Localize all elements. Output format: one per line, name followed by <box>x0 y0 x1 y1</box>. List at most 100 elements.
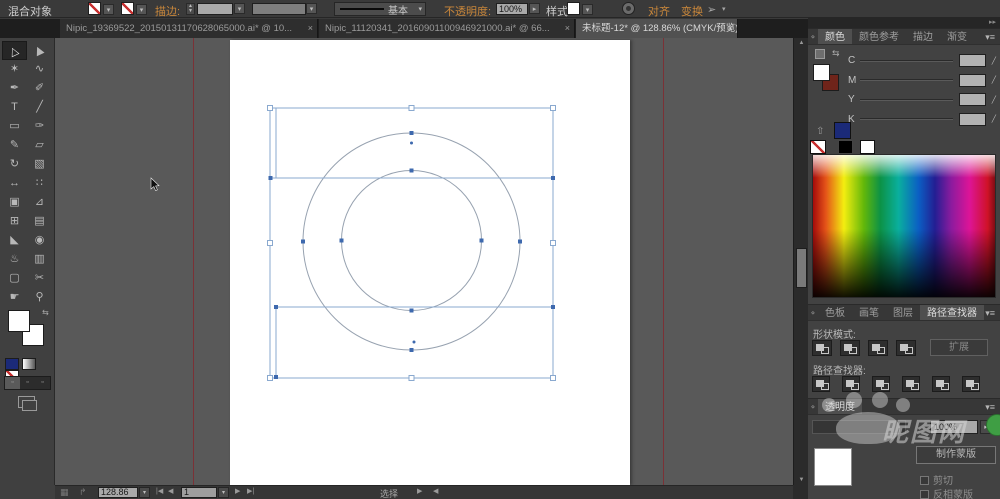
anchor-point[interactable] <box>410 348 414 352</box>
divide-button[interactable] <box>812 376 830 392</box>
zoom-dropdown-icon[interactable]: ▾ <box>139 487 150 498</box>
swatch-options-icon[interactable] <box>815 49 825 59</box>
gradient-tool[interactable]: ▤ <box>27 212 52 231</box>
rectangle-tool[interactable]: ▭ <box>2 117 27 136</box>
anchor-point[interactable] <box>410 169 414 173</box>
select-similar-dropdown-icon[interactable]: ▾ <box>722 5 726 13</box>
pathfinder-tab[interactable]: 画笔 <box>852 305 886 320</box>
circle-path[interactable] <box>303 133 520 350</box>
rotate-tool[interactable]: ↻ <box>2 155 27 174</box>
line-segment-tool[interactable]: ╱ <box>27 98 52 117</box>
trim-button[interactable] <box>842 376 860 392</box>
swap-fill-stroke-icon[interactable]: ⇆ <box>42 308 49 317</box>
symbol-sprayer-tool[interactable]: ♨ <box>2 250 27 269</box>
draw-inside-mode-icon[interactable]: ▫ <box>35 377 50 389</box>
panel-menu-icon[interactable]: ▾≡ <box>985 305 1000 320</box>
hscroll-right-icon[interactable]: ▶ <box>417 487 422 495</box>
first-artboard-icon[interactable]: |◀ <box>156 487 163 495</box>
anchor-point[interactable] <box>340 239 344 243</box>
brush-dropdown-icon[interactable]: ▾ <box>418 5 425 13</box>
channel-value-field[interactable] <box>959 54 986 67</box>
slice-tool[interactable]: ✂ <box>27 269 52 288</box>
channel-value-field[interactable] <box>959 74 986 87</box>
hand-tool[interactable]: ☛ <box>2 288 27 307</box>
stroke-swatch[interactable] <box>121 2 134 15</box>
pathfinder-tab[interactable]: 色板 <box>818 305 852 320</box>
scroll-down-icon[interactable]: ▼ <box>794 477 809 483</box>
perspective-grid-tool[interactable]: ⊿ <box>27 193 52 212</box>
stroke-weight-label[interactable]: 描边: <box>155 3 180 19</box>
selection-handle[interactable] <box>551 241 556 246</box>
panel-collapse-icon[interactable]: ⋄ <box>808 399 818 414</box>
channel-slider[interactable] <box>860 118 953 120</box>
status-grid-icon[interactable]: ▦ <box>60 487 69 498</box>
minus-front-button[interactable] <box>840 340 860 356</box>
width-tool[interactable]: ↔ <box>2 174 27 193</box>
anchor-point[interactable] <box>274 305 278 309</box>
vertical-scrollbar[interactable]: ▲ ▼ <box>793 38 808 485</box>
anchor-point[interactable] <box>551 305 555 309</box>
stroke-dropdown-icon[interactable]: ▾ <box>136 4 147 15</box>
fill-dropdown-icon[interactable]: ▾ <box>103 4 114 15</box>
selection-handle[interactable] <box>409 376 414 381</box>
color-spectrum[interactable] <box>812 154 996 298</box>
gradient-button[interactable] <box>22 358 36 370</box>
scroll-up-icon[interactable]: ▲ <box>794 40 809 46</box>
panel-menu-icon[interactable]: ▾≡ <box>985 399 1000 414</box>
align-link[interactable]: 对齐 <box>648 3 670 19</box>
draw-behind-mode-icon[interactable]: ▫ <box>20 377 35 389</box>
mesh-tool[interactable]: ⊞ <box>2 212 27 231</box>
fill-none-square[interactable] <box>8 310 30 332</box>
stroke-weight-value[interactable] <box>197 3 233 15</box>
lasso-tool[interactable]: ∿ <box>27 60 52 79</box>
graph-tool[interactable]: ▥ <box>27 250 52 269</box>
clip-checkbox[interactable]: 剪切 <box>920 472 953 487</box>
selection-handle[interactable] <box>551 376 556 381</box>
minus-back-button[interactable] <box>962 376 980 392</box>
selection-tool[interactable]: ▶ <box>27 41 52 60</box>
zoom-level-value[interactable]: 128.86 <box>98 487 138 498</box>
zoom-tool[interactable]: ⚲ <box>27 288 52 307</box>
magic-wand-tool[interactable]: ✶ <box>2 60 27 79</box>
exclude-button[interactable] <box>896 340 916 356</box>
last-artboard-icon[interactable]: ▶| <box>247 487 254 495</box>
select-similar-icon[interactable]: ➢ <box>707 3 716 16</box>
stroke-profile-select[interactable] <box>252 3 306 15</box>
color-tab[interactable]: 颜色 <box>818 29 852 44</box>
next-artboard-icon[interactable]: ▶ <box>235 487 240 495</box>
black-swatch[interactable] <box>838 140 853 154</box>
style-swatch[interactable] <box>567 2 580 15</box>
anchor-point[interactable] <box>274 375 278 379</box>
anchor-point[interactable] <box>410 309 414 313</box>
current-color-swatch[interactable] <box>834 122 851 139</box>
stroke-weight-stepper[interactable]: ▲▼ <box>186 3 195 15</box>
free-transform-tool[interactable]: ▧ <box>27 155 52 174</box>
selection-handle[interactable] <box>551 106 556 111</box>
color-button[interactable] <box>5 358 19 370</box>
panel-menu-icon[interactable]: ▾≡ <box>985 29 1000 44</box>
vertical-scroll-thumb[interactable] <box>796 248 807 288</box>
canvas[interactable] <box>55 38 793 485</box>
unite-button[interactable] <box>812 340 832 356</box>
expand-button[interactable]: 扩展 <box>930 339 988 356</box>
artboard-tool[interactable]: ▢ <box>2 269 27 288</box>
type-tool[interactable]: T <box>2 98 27 117</box>
panel-collapse-icon[interactable]: ⋄ <box>808 305 818 320</box>
collapse-panels-icon[interactable]: ▸▸ <box>808 18 1000 28</box>
paintbrush-tool[interactable]: ✑ <box>27 117 52 136</box>
hscroll-left-icon[interactable]: ◀ <box>433 487 438 495</box>
close-tab-icon[interactable]: × <box>308 19 313 38</box>
eyedropper-tool[interactable]: ◣ <box>2 231 27 250</box>
panel-collapse-icon[interactable]: ⋄ <box>808 29 818 44</box>
anchor-point[interactable] <box>551 176 555 180</box>
fill-stroke-indicator[interactable]: ⇆ <box>0 310 55 356</box>
selection-handle[interactable] <box>268 241 273 246</box>
pencil-tool[interactable]: ✎ <box>2 136 27 155</box>
channel-slider[interactable] <box>860 99 953 101</box>
shift-color-icon[interactable]: ⇧ <box>816 126 824 137</box>
pathfinder-tab[interactable]: 图层 <box>886 305 920 320</box>
status-export-icon[interactable]: ↱ <box>79 487 87 498</box>
blend-tool[interactable]: ◉ <box>27 231 52 250</box>
transparency-opacity-value[interactable]: 100% <box>930 420 978 434</box>
selection-handle[interactable] <box>268 106 273 111</box>
